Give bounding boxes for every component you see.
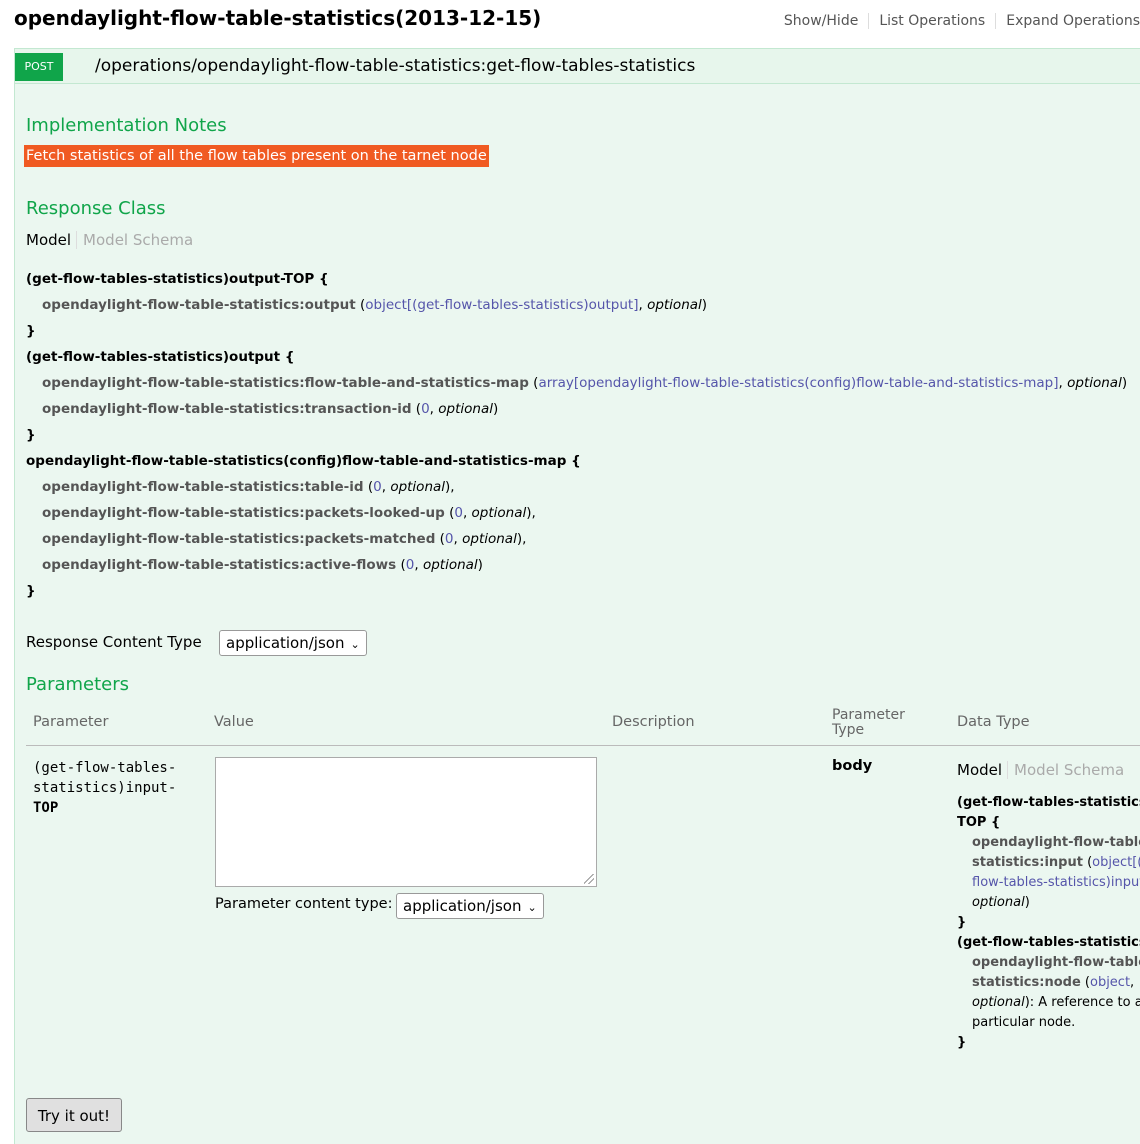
col-value: Value [214, 714, 254, 730]
response-content-type-label: Response Content Type [26, 633, 202, 651]
model-property: opendaylight-flow-table-statistics:outpu… [42, 297, 356, 313]
operation-path[interactable]: /operations/opendaylight-flow-table-stat… [95, 56, 695, 76]
model-tab[interactable]: Model [957, 761, 1002, 779]
model-name: (get-flow-tables-statistics)output-TOP { [26, 271, 329, 287]
model-property: opendaylight-flow-table-statistics:packe… [42, 531, 436, 547]
parameter-content-type-label: Parameter content type: [215, 896, 393, 912]
model-property: opendaylight-flow-table-statistics:trans… [42, 401, 412, 417]
parameter-value-textarea[interactable] [215, 757, 597, 887]
resize-handle-icon[interactable] [584, 874, 594, 884]
model-property: opendaylight-flow-table-statistics:table… [42, 479, 364, 495]
model-type-link[interactable]: object[(get- [1092, 855, 1140, 870]
model-property: opendaylight-flow-table-statistics:activ… [42, 557, 397, 573]
show-hide-link[interactable]: Show/Hide [773, 13, 870, 29]
model-name: (get-flow-tables-statistics)output { [26, 349, 295, 365]
col-parameter-type: Parameter Type [832, 707, 905, 738]
model-schema-tab[interactable]: Model Schema [76, 231, 194, 249]
list-operations-link[interactable]: List Operations [869, 13, 997, 29]
model-property: opendaylight-flow-table-statistics:packe… [42, 505, 445, 521]
parameters-title: Parameters [26, 674, 130, 695]
implementation-notes-title: Implementation Notes [26, 115, 227, 136]
model-schema-tab[interactable]: Model Schema [1007, 761, 1125, 779]
expand-operations-link[interactable]: Expand Operations [996, 13, 1140, 29]
response-class-title: Response Class [26, 198, 166, 219]
chevron-down-icon: ⌄ [350, 638, 360, 651]
api-heading[interactable]: opendaylight-flow-table-statistics(2013-… [14, 6, 541, 30]
datatype-model-tabs: Model Model Schema [957, 761, 1125, 779]
header-divider [26, 745, 1140, 746]
col-description: Description [612, 714, 695, 730]
method-badge[interactable]: POST [15, 53, 63, 81]
response-content-type-select[interactable]: application/json ⌄ [219, 630, 367, 656]
response-model-tabs: Model Model Schema [26, 231, 194, 249]
model-type-link[interactable]: object[(get-flow-tables-statistics)outpu… [365, 297, 638, 313]
model-name: opendaylight-flow-table-statistics(confi… [26, 453, 581, 469]
parameter-name: (get-flow-tables-statistics)input- TOP [33, 760, 177, 816]
implementation-notes-text: Fetch statistics of all the flow tables … [24, 145, 489, 167]
chevron-down-icon: ⌄ [527, 901, 537, 914]
top-links: Show/Hide List Operations Expand Operation… [773, 13, 1140, 29]
model-type-link[interactable]: object [1090, 975, 1130, 990]
try-it-out-button[interactable]: Try it out! [26, 1098, 122, 1132]
datatype-signature: (get-flow-tables-statistics)input- TOP {… [957, 793, 1140, 1053]
parameter-type-value: body [832, 758, 873, 774]
parameter-content-type-select[interactable]: application/json ⌄ [396, 893, 544, 919]
col-data-type: Data Type [957, 714, 1030, 730]
model-property: opendaylight-flow-table-statistics:flow-… [42, 375, 529, 391]
model-tab[interactable]: Model [26, 231, 71, 249]
operation-header[interactable]: POST /operations/opendaylight-flow-table… [14, 48, 1140, 84]
model-type-link[interactable]: array[opendaylight-flow-table-statistics… [538, 375, 1058, 391]
col-parameter: Parameter [33, 714, 109, 730]
response-model-signature: (get-flow-tables-statistics)output-TOP {… [26, 266, 1127, 604]
